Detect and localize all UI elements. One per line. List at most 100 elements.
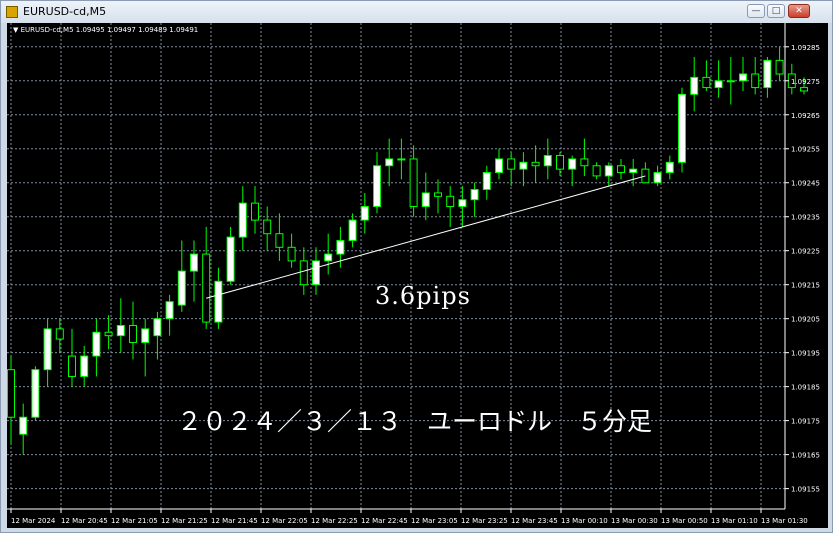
- bull-candle-body: [153, 318, 162, 337]
- candle: [80, 345, 89, 387]
- y-tick-label: 1.09215: [791, 282, 820, 290]
- candle: [55, 318, 64, 353]
- candle: [775, 46, 784, 81]
- candle: [92, 318, 101, 377]
- bull-candle-body: [421, 192, 430, 208]
- minimize-button[interactable]: —: [747, 4, 765, 18]
- bull-candle-body: [348, 219, 357, 242]
- bull-candle-body: [690, 76, 699, 95]
- x-tick-label: 12 Mar 20:45: [61, 517, 108, 525]
- symbol-label: EURUSD-cd,M5: [20, 26, 74, 34]
- bull-candle-body: [214, 280, 223, 323]
- bull-candle-body: [43, 328, 52, 371]
- x-tick-label: 12 Mar 23:05: [411, 517, 458, 525]
- candle: [739, 56, 747, 91]
- bull-candle-body: [519, 161, 528, 170]
- maximize-button[interactable]: □: [767, 4, 785, 18]
- bull-candle-body: [116, 324, 125, 337]
- candle: [165, 294, 174, 336]
- candle: [714, 60, 723, 98]
- bear-candle-body: [446, 195, 455, 208]
- y-tick-label: 1.09175: [791, 418, 820, 426]
- candle: [202, 226, 211, 329]
- candle: [226, 226, 235, 285]
- bull-candle-body: [385, 158, 394, 167]
- chart-window: EURUSD-cd,M5 — □ ✕ 1.09285 1.09275 1.09265…: [0, 0, 833, 533]
- x-tick-label: 12 Mar 22:05: [261, 517, 308, 525]
- bull-candle-body: [31, 369, 40, 418]
- candle: [653, 165, 662, 187]
- bear-candle-body: [507, 158, 516, 170]
- candle: [507, 152, 516, 187]
- candle: [43, 318, 52, 387]
- bull-candle-body: [470, 189, 479, 201]
- candle: [7, 356, 15, 445]
- candle: [641, 162, 650, 184]
- title-bar[interactable]: EURUSD-cd,M5 — □ ✕: [1, 1, 832, 23]
- bear-candle-body: [287, 246, 296, 262]
- candle: [470, 182, 479, 217]
- candle: [31, 366, 40, 421]
- candle: [129, 301, 137, 360]
- chart-caption: ２０２４／３／１３ ユーロドル ５分足: [177, 407, 652, 436]
- bear-candle-body: [68, 355, 76, 377]
- bull-candle-body: [165, 301, 174, 320]
- bear-candle-body: [751, 73, 760, 89]
- candle: [568, 155, 577, 187]
- x-tick-label: 12 Mar 2024: [11, 517, 56, 525]
- x-tick-label: 12 Mar 22:45: [361, 517, 408, 525]
- candle: [348, 213, 357, 248]
- bear-candle-body: [409, 158, 418, 208]
- x-tick-label: 12 Mar 21:25: [161, 517, 208, 525]
- candle: [177, 240, 186, 312]
- candle: [519, 152, 528, 187]
- bear-candle-body: [55, 328, 64, 340]
- chart-area[interactable]: 1.09285 1.09275 1.09265 1.09255 1.09245 1.092…: [7, 23, 828, 528]
- grid: [7, 23, 785, 509]
- bull-candle-body: [458, 199, 467, 208]
- y-tick-label: 1.09165: [791, 452, 820, 460]
- close-button[interactable]: ✕: [788, 4, 810, 18]
- bull-candle-body: [226, 236, 235, 282]
- bull-candle-body: [726, 80, 735, 83]
- bear-candle-body: [263, 219, 272, 235]
- bear-candle-body: [251, 202, 259, 221]
- bull-candle-body: [568, 158, 577, 170]
- candle: [556, 152, 564, 176]
- candle: [251, 186, 259, 234]
- candle: [434, 179, 442, 214]
- candle: [238, 186, 247, 251]
- candle: [726, 56, 735, 105]
- candle: [482, 165, 491, 200]
- candle: [702, 60, 711, 91]
- bull-candle-body: [373, 165, 381, 208]
- x-tick-label: 13 Mar 00:30: [611, 517, 658, 525]
- x-tick-label: 12 Mar 21:45: [211, 517, 258, 525]
- y-tick-label: 1.09265: [791, 112, 820, 120]
- candle: [373, 152, 381, 214]
- price-axis-labels: 1.09285 1.09275 1.09265 1.09255 1.09245 1.092…: [785, 44, 820, 494]
- candle: [116, 298, 125, 353]
- y-tick-label: 1.09245: [791, 180, 820, 188]
- dropdown-triangle-icon[interactable]: ▼: [13, 26, 18, 34]
- bull-candle-body: [739, 73, 747, 82]
- bull-candle-body: [360, 206, 369, 221]
- bull-candle-body: [324, 253, 333, 262]
- price-chart[interactable]: 1.09285 1.09275 1.09265 1.09255 1.09245 1.092…: [7, 23, 828, 528]
- pips-annotation: 3.6pips: [375, 282, 471, 310]
- bear-candle-body: [7, 369, 15, 418]
- window-title: EURUSD-cd,M5: [23, 5, 107, 18]
- time-axis-labels: 12 Mar 2024 12 Mar 20:45 12 Mar 21:05 12 Ma…: [10, 509, 808, 525]
- candle: [617, 158, 625, 180]
- candle: [751, 56, 760, 95]
- bull-candle-body: [336, 240, 345, 255]
- bull-candle-body: [604, 165, 613, 177]
- bear-candle-body: [592, 165, 601, 177]
- candle: [19, 403, 28, 455]
- candle: [214, 267, 223, 329]
- x-tick-label: 13 Mar 01:10: [711, 517, 758, 525]
- candle: [458, 186, 467, 227]
- bear-candle-body: [202, 253, 211, 323]
- candle: [446, 186, 455, 227]
- bull-candle-body: [141, 328, 150, 343]
